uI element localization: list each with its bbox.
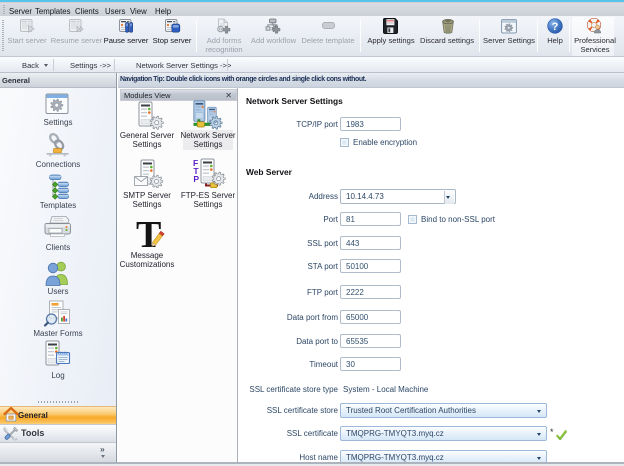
svg-text:P: P	[193, 174, 199, 184]
svg-text:?: ?	[552, 21, 559, 33]
svg-text:T: T	[136, 216, 161, 252]
